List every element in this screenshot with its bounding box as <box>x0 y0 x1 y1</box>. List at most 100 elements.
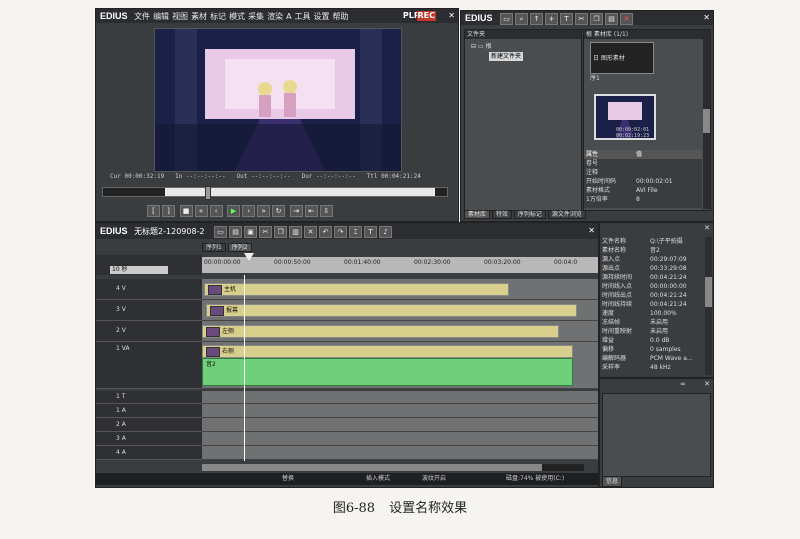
undo-icon[interactable]: ↶ <box>319 225 333 238</box>
folder-tree: 文件夹 ⊟ ▭ 根 新建文件夹 <box>464 29 582 211</box>
menu-render[interactable]: 渲染 <box>267 12 283 21</box>
delete-icon[interactable]: ✕ <box>304 225 318 238</box>
track-v4[interactable]: 主机 <box>202 279 598 300</box>
clip-host[interactable]: 主机 <box>204 283 509 296</box>
tab-effects[interactable]: 特效 <box>491 210 512 219</box>
track-v2[interactable]: 左侧 <box>202 321 598 342</box>
tree-new-folder[interactable]: 新建文件夹 <box>489 52 524 61</box>
mark-out-icon[interactable]: ] <box>162 205 175 217</box>
menu-tools[interactable]: 工具 <box>295 12 311 21</box>
redo-icon[interactable]: ↷ <box>334 225 348 238</box>
tab-info[interactable]: 信息 <box>602 476 623 487</box>
mode-rec[interactable]: REC <box>416 11 436 21</box>
fast-forward-icon[interactable]: » <box>257 205 271 217</box>
menu-edit[interactable]: 编辑 <box>153 12 169 21</box>
audio-clip[interactable]: 音2 <box>202 358 573 386</box>
info-value: 00:29:07:09 <box>650 256 687 263</box>
menu-capture[interactable]: 采集 <box>248 12 264 21</box>
track-a3[interactable] <box>202 432 598 446</box>
insert-icon[interactable]: ⇥ <box>289 205 303 217</box>
track-header-a3[interactable]: 3 A <box>96 432 202 446</box>
cut-icon[interactable]: ✂ <box>259 225 273 238</box>
cut-icon[interactable]: ✂ <box>575 12 589 25</box>
menu-mode[interactable]: 模式 <box>229 12 245 21</box>
status-ripple[interactable]: 波纹开启 <box>422 473 446 485</box>
menu-settings[interactable]: 设置 <box>314 12 330 21</box>
status-insert-mode[interactable]: 插入模式 <box>366 473 390 485</box>
tab-source-browser[interactable]: 源文件浏览 <box>547 210 586 219</box>
new-icon[interactable]: ▭ <box>214 225 228 238</box>
clip-right[interactable]: 右侧 <box>202 345 573 358</box>
folder-icon[interactable]: ▭ <box>500 12 514 25</box>
track-va1[interactable]: 右侧 音2 <box>202 342 598 389</box>
copy-icon[interactable]: ❐ <box>590 12 604 25</box>
delete-icon[interactable]: ✕ <box>620 12 634 25</box>
step-forward-icon[interactable]: › <box>242 205 256 217</box>
track-a2[interactable] <box>202 418 598 432</box>
mic-icon[interactable]: ♪ <box>379 225 393 238</box>
add-clip-icon[interactable]: + <box>545 12 559 25</box>
search-icon[interactable]: ⌕ <box>515 12 529 25</box>
info-value: 未启用 <box>650 319 669 326</box>
timeline-ruler[interactable]: 00:00:00:00 00:00:50:00 00:01:40:00 00:0… <box>202 253 598 273</box>
tab-bin[interactable]: 素材库 <box>464 210 491 219</box>
link-icon[interactable]: ∞ <box>680 380 686 388</box>
tab-seq-markers[interactable]: 序列标记 <box>513 210 546 219</box>
split-icon[interactable]: ⌶ <box>349 225 363 238</box>
up-icon[interactable]: ↑ <box>530 12 544 25</box>
menu-help[interactable]: 帮助 <box>333 12 349 21</box>
title-icon[interactable]: T <box>364 225 378 238</box>
close-icon[interactable]: ✕ <box>448 9 455 23</box>
mark-in-icon[interactable]: [ <box>147 205 160 217</box>
menu-marker[interactable]: 标记 <box>210 12 226 21</box>
save-icon[interactable]: ▣ <box>244 225 258 238</box>
paste-icon[interactable]: ▤ <box>605 12 619 25</box>
track-a1[interactable] <box>202 404 598 418</box>
play-icon[interactable]: ▶ <box>227 205 241 217</box>
menu-a[interactable]: A <box>286 12 291 21</box>
palette-close-icon[interactable]: ✕ <box>704 380 710 388</box>
tab-sequence-2[interactable]: 序列2 <box>227 243 252 252</box>
open-icon[interactable]: ▤ <box>229 225 243 238</box>
status-replace[interactable]: 替换 <box>282 473 294 485</box>
tab-sequence-1[interactable]: 序列1 <box>202 243 226 252</box>
menu-file[interactable]: 文件 <box>134 12 150 21</box>
loop-icon[interactable]: ↻ <box>272 205 286 217</box>
track-v3[interactable]: 报幕 <box>202 300 598 321</box>
track-header-va1[interactable]: 1 VA <box>96 342 202 389</box>
export-icon[interactable]: ⇩ <box>319 205 333 217</box>
position-slider[interactable] <box>102 186 448 200</box>
timeline-scrollbar[interactable] <box>202 464 584 471</box>
track-header-a2[interactable]: 2 A <box>96 418 202 432</box>
track-header-a1[interactable]: 1 A <box>96 404 202 418</box>
bin-close-icon[interactable]: ✕ <box>703 11 710 25</box>
overwrite-icon[interactable]: ⇤ <box>304 205 318 217</box>
track-header-v3[interactable]: 3 V <box>96 300 202 321</box>
zoom-select[interactable]: 10 秒 <box>110 266 168 274</box>
title-clip-tile[interactable]: 日 图形素材 <box>590 42 654 74</box>
track-header-a4[interactable]: 4 A <box>96 446 202 460</box>
step-back-icon[interactable]: ‹ <box>209 205 223 217</box>
paste-icon[interactable]: ▥ <box>289 225 303 238</box>
stop-icon[interactable]: ■ <box>179 205 193 217</box>
playhead-marker[interactable] <box>244 253 254 261</box>
track-a4[interactable] <box>202 446 598 460</box>
menu-view[interactable]: 视图 <box>172 12 188 21</box>
clip-left[interactable]: 左侧 <box>202 325 559 338</box>
title-icon[interactable]: T <box>560 12 574 25</box>
asset-scrollbar[interactable] <box>703 39 710 209</box>
timeline-close-icon[interactable]: ✕ <box>588 223 595 239</box>
copy-icon[interactable]: ❐ <box>274 225 288 238</box>
slider-handle[interactable] <box>205 186 211 200</box>
clip-announcer[interactable]: 报幕 <box>206 304 577 317</box>
rewind-icon[interactable]: « <box>194 205 208 217</box>
track-header-v2[interactable]: 2 V <box>96 321 202 342</box>
info-scrollbar[interactable] <box>705 237 712 375</box>
tree-root[interactable]: ⊟ ▭ 根 <box>471 42 492 51</box>
menu-clip[interactable]: 素材 <box>191 12 207 21</box>
track-t1[interactable] <box>202 391 598 404</box>
track-header-t1[interactable]: 1 T <box>96 391 202 404</box>
ruler-mark: 00:00:50:00 <box>274 259 311 266</box>
info-close-icon[interactable]: ✕ <box>704 224 710 232</box>
track-header-v4[interactable]: 4 V <box>96 279 202 300</box>
